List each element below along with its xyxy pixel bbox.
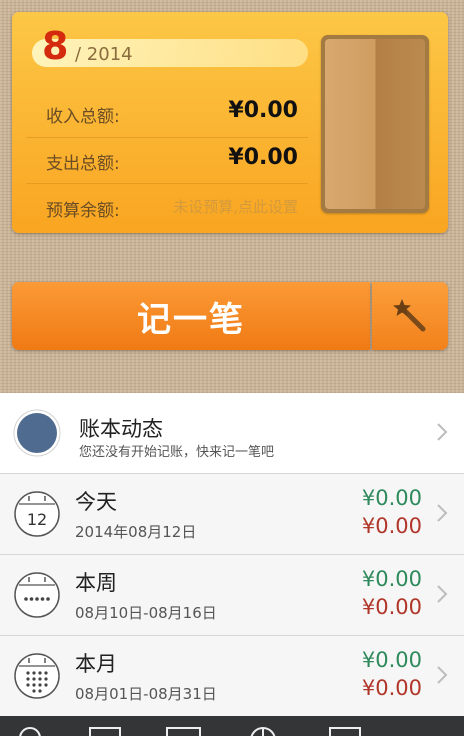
today-title: 今天 [75,490,117,514]
home-tab-icon[interactable] [19,727,41,736]
tab-bar-icons [19,727,361,736]
account-dynamics-title: 账本动态 [79,417,163,441]
list-item-account-dynamics[interactable]: 账本动态 您还没有开始记账，快来记一笔吧 [0,393,464,474]
today-date: 2014年08月12日 [75,523,197,541]
this-month-expense: ¥0.00 [361,676,422,700]
chevron-right-icon [437,423,448,441]
income-total-label: 收入总额: [46,107,120,127]
account-dynamics-subtitle: 您还没有开始记账，快来记一笔吧 [79,445,275,460]
chevron-right-icon [437,585,448,603]
this-week-title: 本周 [75,571,117,595]
quick-record-button[interactable] [372,282,448,350]
month-pill [32,39,308,67]
magic-wand-icon [393,299,426,332]
this-week-range: 08月10日-08月16日 [75,604,217,622]
this-week-income: ¥0.00 [361,567,422,591]
calendar-day-icon: 12 [14,491,60,537]
report-tab-icon[interactable] [166,727,201,736]
expense-total-label: 支出总额: [46,154,120,174]
bottom-tab-bar [0,716,464,736]
wallet-icon[interactable] [321,35,429,213]
list-item-this-month[interactable]: 本月 08月01日-08月31日 ¥0.00 ¥0.00 [0,636,464,717]
month-number: 8 [42,24,69,68]
budget-balance-label: 预算余额: [46,201,120,221]
today-expense: ¥0.00 [361,514,422,538]
calendar-week-icon [14,572,60,618]
calendar-day-number: 12 [27,510,47,529]
divider [26,137,308,138]
header-background: 8 / 2014 收入总额: ¥0.00 支出总额: ¥0.00 预算余额: 未… [0,0,464,393]
list-item-this-week[interactable]: 本周 08月10日-08月16日 ¥0.00 ¥0.00 [0,555,464,636]
divider [26,183,308,184]
summary-card: 8 / 2014 收入总额: ¥0.00 支出总额: ¥0.00 预算余额: 未… [12,12,448,233]
summary-list: 账本动态 您还没有开始记账，快来记一笔吧 12 今天 2014年08月12日 ¥… [0,393,464,717]
chevron-right-icon [437,504,448,522]
chevron-right-icon [437,666,448,684]
income-total-value: ¥0.00 [228,98,298,123]
this-week-expense: ¥0.00 [361,595,422,619]
this-month-range: 08月01日-08月31日 [75,685,217,703]
this-month-title: 本月 [75,652,117,676]
this-month-income: ¥0.00 [361,648,422,672]
record-entry-button[interactable]: 记一笔 [12,282,370,350]
budget-setup-link[interactable]: 未设预算,点此设置 [173,196,298,217]
expense-total-value: ¥0.00 [228,145,298,170]
today-income: ¥0.00 [361,486,422,510]
more-tab-icon[interactable] [329,727,361,736]
ledger-tab-icon[interactable] [89,727,121,736]
calendar-month-icon [14,653,60,699]
wallet-inner [325,39,425,209]
list-item-today[interactable]: 12 今天 2014年08月12日 ¥0.00 ¥0.00 [0,474,464,555]
avatar [13,409,61,457]
year-label: / 2014 [75,44,133,65]
